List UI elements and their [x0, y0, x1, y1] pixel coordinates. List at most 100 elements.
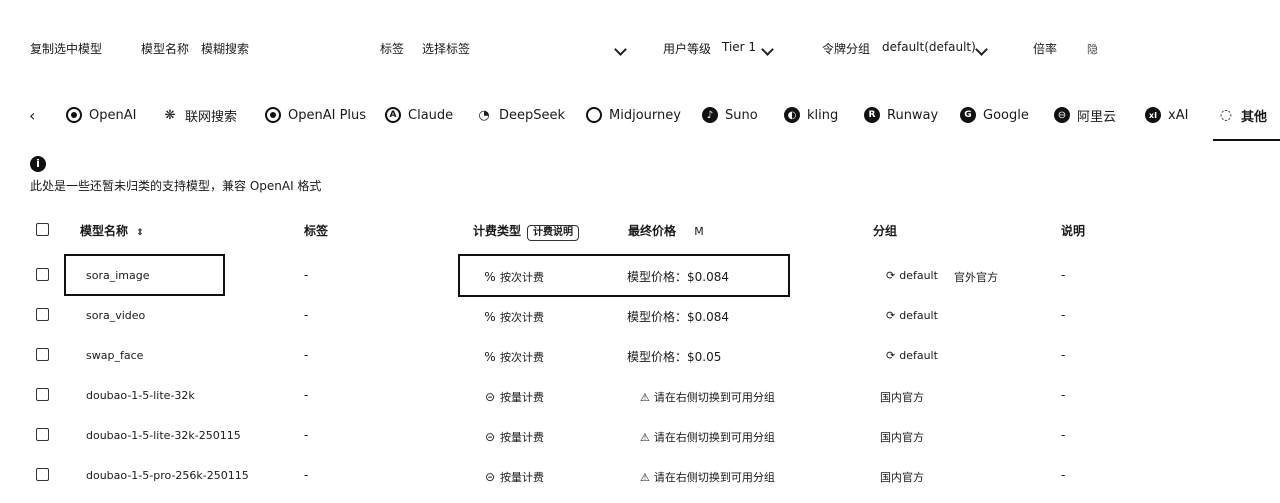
tags-cell: -	[304, 428, 309, 442]
model-name-cell[interactable]: doubao-1-5-pro-256k-250115	[86, 469, 249, 482]
tab-label: Google	[983, 107, 1029, 123]
tab-openai[interactable]: OpenAI	[66, 104, 136, 126]
billing-cell: ⊝ 按量计费	[484, 430, 544, 444]
price-cell: ⚠ 请在右侧切换到可用分组	[640, 471, 775, 484]
tab-aliyun[interactable]: ⊖ 阿里云	[1054, 104, 1116, 126]
description-cell: -	[1061, 388, 1066, 402]
tab-label: kling	[807, 107, 839, 123]
model-name-search-input[interactable]: 模糊搜索	[201, 40, 249, 57]
tab-suno[interactable]: ♪ Suno	[702, 104, 758, 126]
token-group-chevron-down-icon[interactable]	[975, 39, 988, 58]
price-cell: ⚠ 请在右侧切换到可用分组	[640, 431, 775, 444]
ratio-label: 倍率	[1033, 42, 1058, 56]
tab-deepseek[interactable]: ◔ DeepSeek	[476, 104, 565, 126]
model-name-cell[interactable]: doubao-1-5-lite-32k-250115	[86, 429, 241, 442]
tag-label: 标签	[380, 42, 405, 56]
user-level-chevron-down-icon[interactable]	[761, 39, 774, 58]
copy-selected-button[interactable]: 复制选中模型	[30, 40, 102, 57]
tab-runway[interactable]: R Runway	[864, 104, 938, 126]
deepseek-icon: ◔	[478, 107, 490, 123]
highlight-box-model	[64, 254, 225, 296]
per-call-icon: %	[484, 310, 496, 324]
aliyun-icon: ⊖	[1054, 107, 1070, 123]
tab-web-search[interactable]: ❋ 联网搜索	[162, 104, 237, 126]
tags-cell: -	[304, 468, 309, 482]
xai-icon: xI	[1145, 107, 1161, 123]
tab-label: Midjourney	[609, 107, 681, 123]
group-cell[interactable]: 国内官方	[880, 429, 924, 445]
tab-label: DeepSeek	[499, 107, 566, 123]
header-model-name-label: 模型名称	[80, 224, 129, 238]
tab-openai-plus[interactable]: OpenAI Plus	[265, 104, 366, 126]
price-unit-toggle[interactable]: M	[694, 225, 704, 238]
tab-midjourney[interactable]: Midjourney	[586, 104, 681, 126]
billing-info-button[interactable]: 计费说明	[527, 225, 580, 241]
tab-label: Claude	[408, 107, 454, 123]
web-search-icon: ❋	[164, 107, 176, 123]
warning-icon: ⚠	[640, 431, 650, 444]
ratio-toggle[interactable]: 隐	[1087, 41, 1098, 57]
model-name-cell[interactable]: sora_video	[86, 309, 145, 322]
group-cell[interactable]: 国内官方	[880, 469, 924, 485]
row-checkbox[interactable]	[36, 468, 49, 481]
midjourney-icon	[586, 107, 602, 123]
per-token-icon: ⊝	[484, 470, 496, 484]
group-cell[interactable]: ⟳ default	[886, 349, 938, 362]
tabs-scroll-left-icon[interactable]: ‹	[29, 106, 35, 125]
group-tag-icon: ⟳	[886, 269, 896, 282]
billing-cell: % 按次计费	[484, 310, 544, 324]
row-checkbox[interactable]	[36, 268, 49, 281]
group-tag-icon: ⟳	[886, 309, 896, 322]
header-price-label: 最终价格	[628, 224, 677, 238]
price-cell: 模型价格：$0.084	[627, 310, 729, 324]
tab-label: 联网搜索	[185, 109, 238, 125]
tab-google[interactable]: G Google	[960, 104, 1029, 126]
tab-label: OpenAI Plus	[288, 107, 367, 123]
tag-select-chevron-down-icon[interactable]	[614, 39, 627, 58]
tab-kling[interactable]: ◐ kling	[784, 104, 838, 126]
header-model-name[interactable]: 模型名称 ⇕	[80, 222, 144, 239]
info-icon: i	[30, 156, 46, 172]
select-all-checkbox[interactable]	[36, 223, 49, 236]
runway-icon: R	[864, 107, 880, 123]
group-cell[interactable]: 国内官方	[880, 389, 924, 405]
header-group: 分组	[873, 224, 898, 238]
tab-label: 其他	[1241, 109, 1268, 125]
active-tab-indicator	[1213, 139, 1280, 141]
header-billing-type: 计费类型 计费说明	[473, 222, 580, 241]
tab-claude[interactable]: A Claude	[385, 104, 453, 126]
group-cell[interactable]: ⟳ default	[886, 269, 938, 282]
model-name-cell[interactable]: doubao-1-5-lite-32k	[86, 389, 195, 402]
billing-cell: ⊝ 按量计费	[484, 390, 544, 404]
kling-icon: ◐	[784, 107, 800, 123]
tags-cell: -	[304, 268, 309, 282]
group-extra-cell[interactable]: 官外官方	[954, 269, 998, 285]
group-cell[interactable]: ⟳ default	[886, 309, 938, 322]
tab-other[interactable]: ◌ 其他	[1218, 104, 1267, 126]
price-cell: ⚠ 请在右侧切换到可用分组	[640, 391, 775, 404]
tab-label: xAI	[1168, 107, 1189, 123]
model-name-label: 模型名称	[141, 42, 190, 56]
description-cell: -	[1061, 428, 1066, 442]
suno-icon: ♪	[702, 107, 718, 123]
model-name-cell[interactable]: swap_face	[86, 349, 143, 362]
tag-select[interactable]: 选择标签	[422, 40, 470, 57]
per-call-icon: %	[484, 350, 496, 364]
tags-cell: -	[304, 388, 309, 402]
token-group-select[interactable]: default(default)	[882, 40, 976, 54]
row-checkbox[interactable]	[36, 348, 49, 361]
description-cell: -	[1061, 268, 1066, 282]
header-billing-label: 计费类型	[473, 224, 522, 238]
user-level-select[interactable]: Tier 1	[722, 40, 756, 54]
description-cell: -	[1061, 308, 1066, 322]
row-checkbox[interactable]	[36, 428, 49, 441]
token-group-label: 令牌分组	[822, 42, 871, 56]
description-cell: -	[1061, 348, 1066, 362]
sort-icon[interactable]: ⇕	[136, 228, 144, 238]
warning-icon: ⚠	[640, 471, 650, 484]
tab-xai[interactable]: xI xAI	[1145, 104, 1188, 126]
row-checkbox[interactable]	[36, 388, 49, 401]
row-checkbox[interactable]	[36, 308, 49, 321]
claude-icon: A	[385, 107, 401, 123]
tags-cell: -	[304, 348, 309, 362]
